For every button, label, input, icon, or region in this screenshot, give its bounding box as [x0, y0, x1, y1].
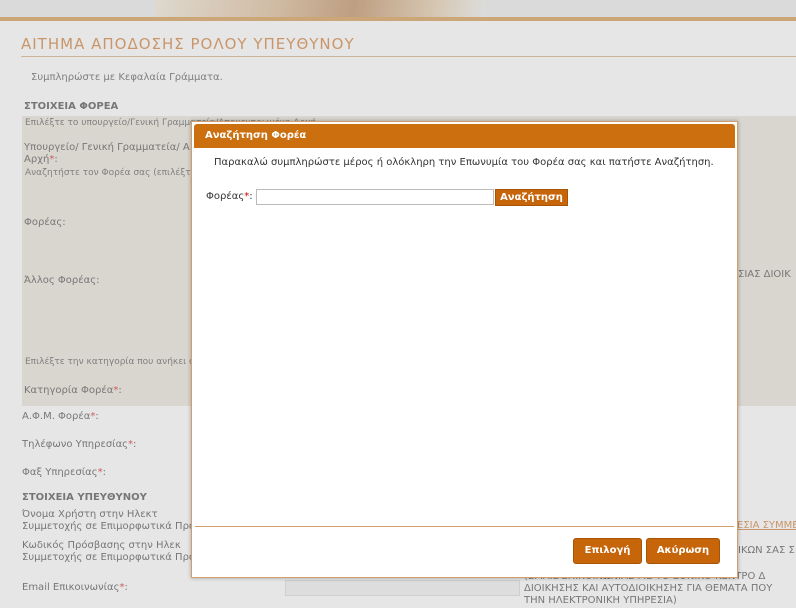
dialog-instruction: Παρακαλώ συμπληρώστε μέρος ή ολόκληρη τη…: [214, 157, 714, 168]
search-button[interactable]: Αναζήτηση: [495, 189, 568, 206]
dialog-title: Αναζήτηση Φορέα: [205, 130, 307, 141]
cancel-button[interactable]: Ακύρωση: [646, 538, 720, 564]
agency-field-label: Φορέας*:: [206, 191, 253, 202]
select-button[interactable]: Επιλογή: [573, 538, 642, 564]
agency-search-dialog: Αναζήτηση Φορέα Παρακαλώ συμπληρώστε μέρ…: [191, 121, 738, 578]
dialog-header[interactable]: Αναζήτηση Φορέα: [194, 124, 735, 148]
agency-search-input[interactable]: [256, 189, 494, 205]
dialog-footer-divider: [195, 526, 734, 527]
